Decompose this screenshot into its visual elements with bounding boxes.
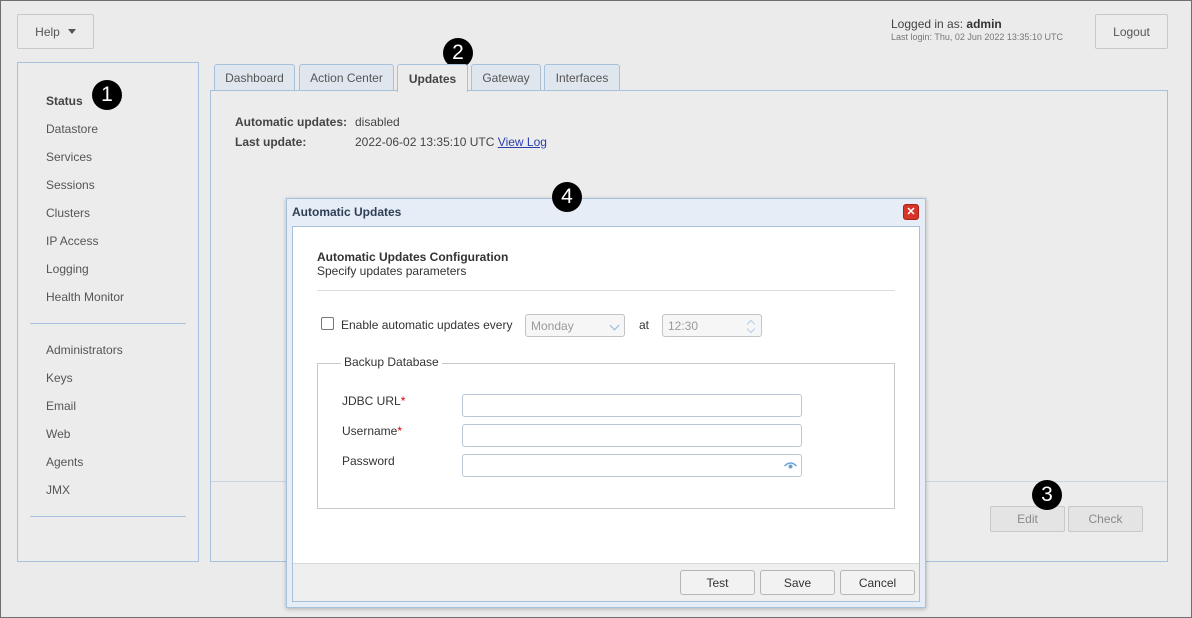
- at-label: at: [639, 318, 650, 332]
- username-label-text: Username: [342, 424, 398, 438]
- sidebar: Status Datastore Services Sessions Clust…: [17, 62, 199, 562]
- config-subtitle: Specify updates parameters: [317, 264, 467, 278]
- jdbc-url-input[interactable]: [462, 394, 802, 417]
- dialog-footer: Test Save Cancel: [293, 563, 919, 601]
- config-title: Automatic Updates Configuration: [317, 250, 509, 264]
- dialog-body: Automatic Updates Configuration Specify …: [292, 226, 920, 602]
- tab-interfaces[interactable]: Interfaces: [544, 64, 620, 91]
- auto-updates-row: Automatic updates:: [235, 115, 347, 129]
- sidebar-item-logging[interactable]: Logging: [46, 262, 89, 276]
- jdbc-url-label: JDBC URL*: [342, 394, 405, 408]
- sidebar-item-status[interactable]: Status: [46, 94, 83, 108]
- annotation-badge-4: 4: [552, 182, 582, 212]
- tab-gateway[interactable]: Gateway: [471, 64, 541, 91]
- sidebar-item-health-monitor[interactable]: Health Monitor: [46, 290, 124, 304]
- sidebar-item-web[interactable]: Web: [46, 427, 70, 441]
- annotation-badge-1: 1: [92, 80, 122, 110]
- view-log-link[interactable]: View Log: [498, 135, 547, 149]
- password-label: Password: [342, 454, 395, 468]
- sidebar-item-sessions[interactable]: Sessions: [46, 178, 95, 192]
- close-icon[interactable]: ✕: [903, 204, 919, 220]
- eye-icon[interactable]: [784, 461, 797, 470]
- last-update-label: Last update:: [235, 135, 307, 149]
- auto-updates-value: disabled: [355, 115, 400, 129]
- tab-updates[interactable]: Updates: [397, 64, 468, 92]
- sidebar-item-datastore[interactable]: Datastore: [46, 122, 98, 136]
- sidebar-item-clusters[interactable]: Clusters: [46, 206, 90, 220]
- annotation-badge-3: 3: [1032, 480, 1062, 510]
- username-label: Username*: [342, 424, 402, 438]
- spinner-down-icon: [746, 324, 756, 334]
- sidebar-divider: [30, 516, 186, 517]
- last-update-value: 2022-06-02 13:35:10 UTC: [355, 135, 495, 149]
- password-input[interactable]: [462, 454, 802, 477]
- time-spinner-value: 12:30: [668, 318, 699, 333]
- edit-button[interactable]: Edit: [990, 506, 1065, 532]
- caret-down-icon: [67, 29, 76, 34]
- automatic-updates-dialog: Automatic Updates ✕ Automatic Updates Co…: [286, 198, 926, 608]
- username-input[interactable]: [462, 424, 802, 447]
- enable-updates-label: Enable automatic updates every: [341, 318, 513, 332]
- help-label: Help: [35, 24, 60, 39]
- backup-database-legend: Backup Database: [341, 355, 442, 369]
- required-mark: *: [400, 394, 406, 408]
- cancel-button[interactable]: Cancel: [840, 570, 915, 595]
- sidebar-item-keys[interactable]: Keys: [46, 371, 73, 385]
- tab-action-center[interactable]: Action Center: [299, 64, 394, 91]
- last-login: Last login: Thu, 02 Jun 2022 13:35:10 UT…: [891, 32, 1063, 42]
- sidebar-item-services[interactable]: Services: [46, 150, 92, 164]
- dialog-divider: [317, 290, 895, 291]
- logged-in-username: admin: [966, 17, 1002, 31]
- test-button[interactable]: Test: [680, 570, 755, 595]
- time-spinner[interactable]: 12:30: [662, 314, 762, 337]
- day-select[interactable]: Monday: [525, 314, 625, 337]
- save-button[interactable]: Save: [760, 570, 835, 595]
- login-info: Logged in as: admin Last login: Thu, 02 …: [891, 17, 1063, 42]
- required-mark: *: [397, 424, 403, 438]
- logout-button[interactable]: Logout: [1095, 14, 1168, 49]
- help-menu-button[interactable]: Help: [17, 14, 94, 49]
- day-select-value: Monday: [531, 318, 574, 333]
- enable-updates-checkbox[interactable]: [321, 317, 334, 330]
- sidebar-item-administrators[interactable]: Administrators: [46, 343, 123, 357]
- sidebar-item-ip-access[interactable]: IP Access: [46, 234, 98, 248]
- sidebar-item-agents[interactable]: Agents: [46, 455, 83, 469]
- dialog-title: Automatic Updates: [292, 205, 402, 219]
- logged-in-prefix: Logged in as:: [891, 17, 964, 31]
- chevron-down-icon: [609, 320, 620, 331]
- sidebar-item-jmx[interactable]: JMX: [46, 483, 70, 497]
- check-button[interactable]: Check: [1068, 506, 1143, 532]
- auto-updates-label: Automatic updates:: [235, 115, 348, 129]
- tab-dashboard[interactable]: Dashboard: [214, 64, 295, 91]
- jdbc-url-label-text: JDBC URL: [342, 394, 401, 408]
- sidebar-divider: [30, 323, 186, 324]
- sidebar-item-email[interactable]: Email: [46, 399, 76, 413]
